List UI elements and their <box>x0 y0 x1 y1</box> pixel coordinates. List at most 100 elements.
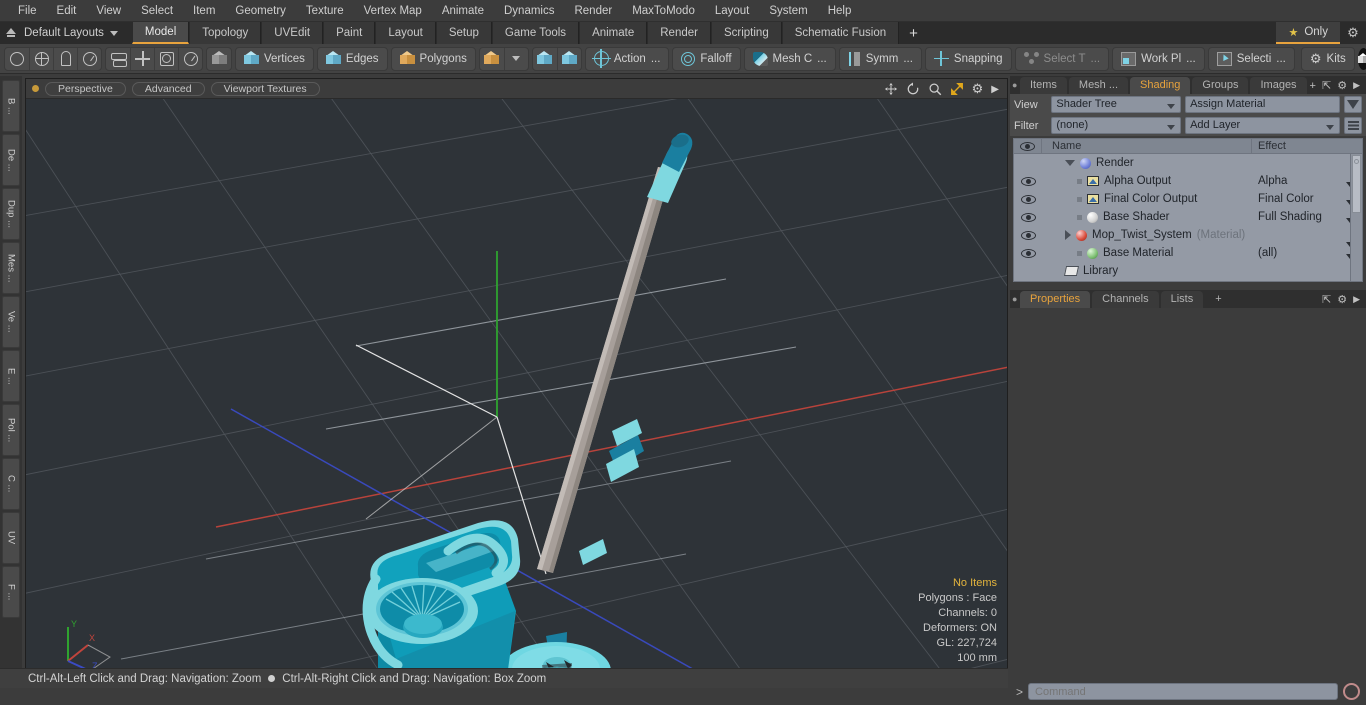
record-icon[interactable] <box>1343 683 1360 700</box>
add-layer-dropdown[interactable]: Add Layer <box>1185 117 1341 134</box>
row-visibility-toggle[interactable] <box>1014 176 1042 186</box>
more-arrow-icon[interactable]: ▶ <box>1353 294 1360 305</box>
zoom-icon[interactable] <box>928 82 942 96</box>
gear-icon[interactable]: ⚙ <box>972 81 984 97</box>
menu-item-help[interactable]: Help <box>818 0 862 22</box>
menu-item-system[interactable]: System <box>759 0 817 22</box>
row-visibility-toggle[interactable] <box>1014 212 1042 222</box>
tab-game-tools[interactable]: Game Tools <box>491 22 580 44</box>
viewport-3d[interactable]: Perspective Advanced Viewport Textures ⚙… <box>25 78 1008 675</box>
shader-row-effect[interactable]: Final Color <box>1252 193 1362 205</box>
menu-item-geometry[interactable]: Geometry <box>225 0 296 22</box>
shader-row-effect[interactable]: (all) <box>1252 247 1362 259</box>
menu-item-animate[interactable]: Animate <box>432 0 494 22</box>
sidebar-item-uv[interactable]: UV <box>2 512 20 564</box>
sidebar-item-deform[interactable]: De ... <box>2 134 20 186</box>
mode-edges-button[interactable]: Edges <box>316 46 388 71</box>
row-visibility-toggle[interactable] <box>1014 248 1042 258</box>
viewport-state-dot[interactable] <box>32 85 39 92</box>
pen-icon[interactable] <box>53 47 77 70</box>
row-visibility-toggle[interactable] <box>1014 230 1042 240</box>
selection-set-button[interactable]: Selecti ... <box>1207 46 1295 71</box>
snapping-button[interactable]: Snapping <box>924 46 1012 71</box>
expander-right-icon[interactable] <box>1065 230 1071 240</box>
table-row[interactable]: Mop_Twist_System (Material) <box>1014 226 1362 247</box>
tab-channels[interactable]: Channels <box>1092 291 1159 308</box>
kits-button[interactable]: ⚙ Kits <box>1300 46 1355 71</box>
table-row[interactable]: Base Material (all) <box>1014 244 1362 262</box>
list-icon[interactable] <box>1344 117 1362 134</box>
tab-properties[interactable]: Properties <box>1020 291 1091 308</box>
tab-render[interactable]: Render <box>647 22 711 44</box>
gear-icon[interactable]: ⚙ <box>1337 293 1347 306</box>
menu-item-select[interactable]: Select <box>131 0 183 22</box>
table-row[interactable]: Base Shader Full Shading <box>1014 208 1362 226</box>
more-arrow-icon[interactable]: ▶ <box>991 84 999 95</box>
align-icon[interactable] <box>130 47 154 70</box>
symmetry-button[interactable]: Symm ... <box>838 46 922 71</box>
expand-icon[interactable]: ⇱ <box>1322 293 1331 306</box>
shader-filter-dropdown[interactable]: (none) <box>1051 117 1182 134</box>
table-row[interactable]: Alpha Output Alpha <box>1014 172 1362 190</box>
radial-icon[interactable] <box>178 47 202 70</box>
gear-icon[interactable]: ⚙ <box>1337 79 1347 92</box>
mode-vertices-button[interactable]: Vertices <box>235 46 314 71</box>
globe-icon[interactable] <box>29 47 53 70</box>
menu-item-texture[interactable]: Texture <box>296 0 354 22</box>
shader-tree-scrollbar[interactable] <box>1350 154 1362 281</box>
tab-items[interactable]: Items <box>1020 77 1067 94</box>
fit-icon[interactable] <box>950 82 964 96</box>
command-input[interactable] <box>1028 683 1338 700</box>
viewport-view-selector[interactable]: Perspective <box>45 81 126 96</box>
circle-icon[interactable] <box>5 48 29 70</box>
sidebar-item-curve[interactable]: C ... <box>2 458 20 510</box>
tab-paint[interactable]: Paint <box>323 22 376 44</box>
sidebar-item-fusion[interactable]: F ... <box>2 566 20 618</box>
sidebar-item-vertex[interactable]: Ve ... <box>2 296 20 348</box>
menu-item-render[interactable]: Render <box>564 0 622 22</box>
tab-shading[interactable]: Shading <box>1130 77 1191 94</box>
menu-item-edit[interactable]: Edit <box>47 0 87 22</box>
select-paint-icon[interactable] <box>533 48 557 70</box>
tab-model[interactable]: Model <box>131 22 190 44</box>
falloff-button[interactable]: Falloff <box>672 46 741 71</box>
sidebar-item-polygon[interactable]: Pol ... <box>2 404 20 456</box>
sidebar-item-mesh[interactable]: Mes ... <box>2 242 20 294</box>
center-icon[interactable] <box>154 47 178 70</box>
only-toggle-button[interactable]: ★ Only <box>1276 22 1340 44</box>
shader-row-effect[interactable]: Full Shading <box>1252 211 1362 223</box>
viewport-textures-selector[interactable]: Viewport Textures <box>210 81 320 96</box>
sidebar-item-basic[interactable]: B ... <box>2 80 20 132</box>
tab-groups[interactable]: Groups <box>1192 77 1249 94</box>
expand-icon[interactable]: ⇱ <box>1322 79 1331 92</box>
shader-view-dropdown[interactable]: Shader Tree <box>1051 96 1182 113</box>
shader-tree[interactable]: Name Effect Render Alpha Output Alpha Fi… <box>1013 138 1363 282</box>
tab-schematic-fusion[interactable]: Schematic Fusion <box>781 22 900 44</box>
add-tab-icon[interactable]: + <box>1310 80 1316 92</box>
table-row[interactable]: Render <box>1014 154 1362 172</box>
layout-preset-button[interactable]: Default Layouts <box>0 22 126 44</box>
stack-icon[interactable] <box>106 48 130 70</box>
curve-icon[interactable] <box>77 47 101 70</box>
tab-topology[interactable]: Topology <box>189 22 262 44</box>
mode-polygons-button[interactable]: Polygons <box>390 46 476 71</box>
tab-mesh-ops[interactable]: Mesh ... <box>1068 77 1129 94</box>
action-center-button[interactable]: Action ... <box>584 46 670 71</box>
menu-item-maxtomodo[interactable]: MaxToModo <box>622 0 705 22</box>
viewport-shading-selector[interactable]: Advanced <box>131 81 205 96</box>
pan-icon[interactable] <box>884 82 898 96</box>
assign-material-button[interactable]: Assign Material <box>1185 96 1341 113</box>
layout-gear-icon[interactable]: ⚙ <box>1340 22 1366 44</box>
shader-row-effect[interactable]: Alpha <box>1252 175 1362 187</box>
select-lasso-icon[interactable] <box>556 47 581 70</box>
rotate-icon[interactable] <box>906 82 920 96</box>
menu-item-dynamics[interactable]: Dynamics <box>494 0 564 22</box>
funnel-icon[interactable] <box>1344 96 1362 113</box>
menu-item-vertex-map[interactable]: Vertex Map <box>354 0 432 22</box>
tab-uvedit[interactable]: UVEdit <box>261 22 324 44</box>
menu-item-layout[interactable]: Layout <box>705 0 760 22</box>
add-properties-tab-button[interactable]: + <box>1205 291 1231 308</box>
select-through-button[interactable]: Select T ... <box>1014 46 1110 71</box>
tab-images[interactable]: Images <box>1250 77 1307 94</box>
panel-collapse-icon[interactable]: ● <box>1012 80 1017 90</box>
